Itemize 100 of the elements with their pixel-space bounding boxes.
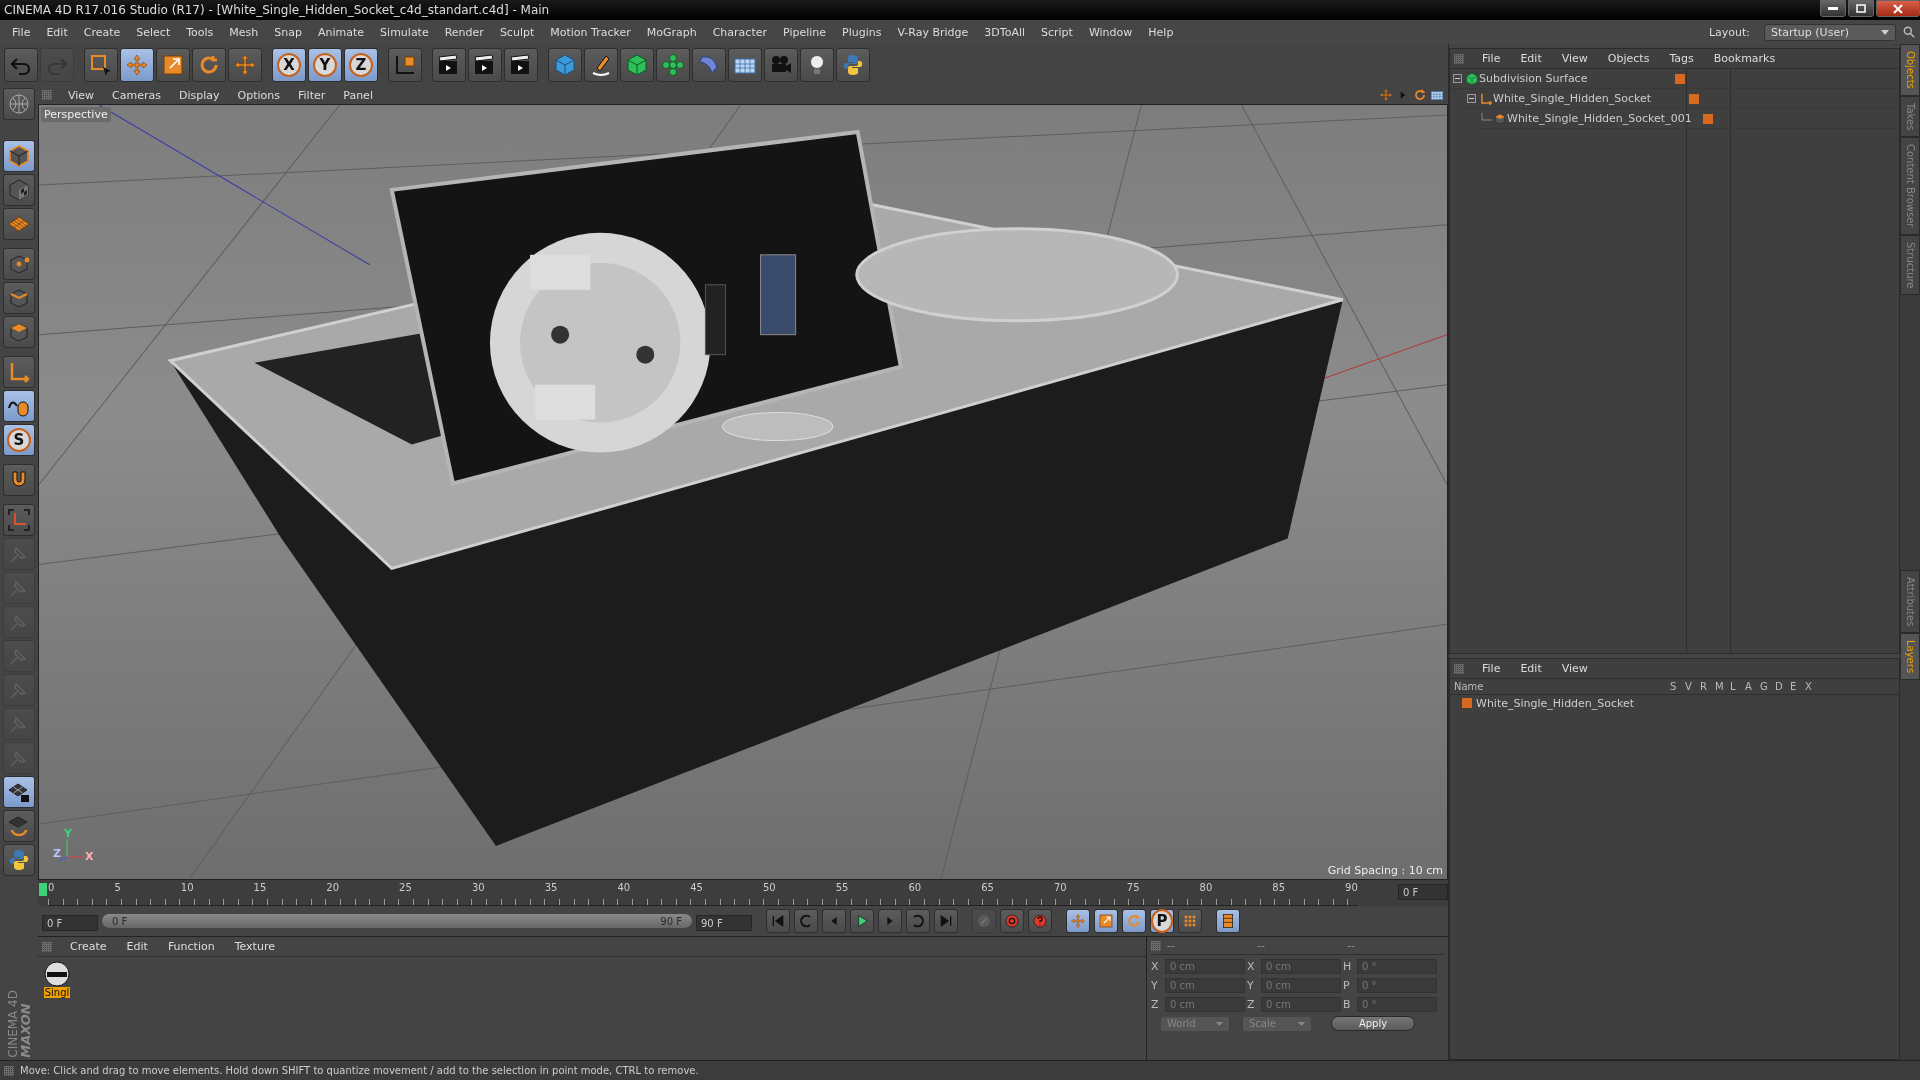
object-menu-item[interactable]: Tags xyxy=(1661,52,1702,65)
minimize-button[interactable] xyxy=(1820,0,1846,17)
axis-letter-button[interactable]: P xyxy=(1150,909,1174,933)
object-menu-item[interactable]: File xyxy=(1474,52,1509,65)
menu-item[interactable]: Snap xyxy=(266,25,310,39)
column-header[interactable]: Name xyxy=(1454,681,1670,692)
frame-range-slider[interactable]: 0 F 90 F xyxy=(102,914,692,928)
object-menu-item[interactable]: Objects xyxy=(1599,52,1658,65)
menu-item[interactable]: Create xyxy=(75,25,129,39)
bend-button[interactable] xyxy=(692,48,726,82)
layer-menu-item[interactable]: File xyxy=(1474,662,1509,675)
prev-key-button[interactable] xyxy=(794,909,818,933)
next-key-button[interactable] xyxy=(906,909,930,933)
maximize-button[interactable] xyxy=(1848,0,1874,17)
first-frame-button[interactable] xyxy=(766,909,790,933)
point-cube-button[interactable] xyxy=(3,248,35,280)
clapperboard-button[interactable] xyxy=(432,48,466,82)
viewport-menu-item[interactable]: Options xyxy=(229,88,288,102)
menu-item[interactable]: Edit xyxy=(38,25,76,39)
edge-cube-button[interactable] xyxy=(3,282,35,314)
undo-button[interactable] xyxy=(4,48,38,82)
menu-item[interactable]: File xyxy=(4,25,39,39)
menu-item[interactable]: MoGraph xyxy=(638,25,705,39)
collapse-toggle[interactable] xyxy=(1453,74,1462,83)
subdivision-cube-button[interactable] xyxy=(620,48,654,82)
cube-button[interactable] xyxy=(548,48,582,82)
viewport-menu-item[interactable]: Display xyxy=(171,88,228,102)
viewport[interactable]: Perspective Grid Spacing : 10 cm Z Y X xyxy=(38,104,1448,880)
object-menu-item[interactable]: Edit xyxy=(1512,52,1550,65)
grid-button[interactable] xyxy=(3,208,35,240)
model-cube-button[interactable] xyxy=(3,140,35,172)
axis-letter-button[interactable]: Y xyxy=(308,48,342,82)
material-menu-item[interactable]: Texture xyxy=(226,940,283,953)
column-header[interactable]: X xyxy=(1805,681,1820,692)
menu-item[interactable]: Script xyxy=(1033,25,1081,39)
column-header[interactable]: S xyxy=(1670,681,1685,692)
column-header[interactable]: G xyxy=(1760,681,1775,692)
column-header[interactable]: A xyxy=(1745,681,1760,692)
menu-item[interactable]: Motion Tracker xyxy=(542,25,639,39)
last-frame-button[interactable] xyxy=(934,909,958,933)
menu-item[interactable]: Select xyxy=(128,25,179,39)
viewport-menu-item[interactable]: Cameras xyxy=(104,88,169,102)
end-frame-field[interactable]: 90 F xyxy=(696,915,752,931)
object-name[interactable]: Subdivision Surface xyxy=(1479,72,1675,85)
object-menu-item[interactable]: Bookmarks xyxy=(1705,52,1784,65)
menu-item[interactable]: V-Ray Bridge xyxy=(889,25,977,39)
object-name[interactable]: White_Single_Hidden_Socket xyxy=(1493,92,1689,105)
layer-menu-item[interactable]: View xyxy=(1553,662,1596,675)
mouse-button[interactable] xyxy=(3,390,35,422)
clapperboard-button[interactable] xyxy=(468,48,502,82)
magnet-button[interactable] xyxy=(3,464,35,496)
rotate-button[interactable] xyxy=(192,48,226,82)
menu-item[interactable]: Sculpt xyxy=(491,25,543,39)
current-frame-field[interactable]: 0 F xyxy=(1398,884,1448,900)
side-tab[interactable]: Layers xyxy=(1900,632,1920,680)
viewport-menu-item[interactable]: View xyxy=(60,88,103,102)
material-preview-icon[interactable] xyxy=(43,961,71,987)
start-frame-field[interactable]: 0 F xyxy=(42,915,98,931)
menu-item[interactable]: Mesh xyxy=(221,25,267,39)
menu-item[interactable]: Window xyxy=(1080,25,1141,39)
menu-item[interactable]: Simulate xyxy=(372,25,437,39)
python-button[interactable] xyxy=(836,48,870,82)
cloner-button[interactable] xyxy=(656,48,690,82)
rotate-button[interactable] xyxy=(1122,909,1146,933)
close-button[interactable] xyxy=(1876,0,1920,17)
menu-item[interactable]: Pipeline xyxy=(775,25,835,39)
menu-item[interactable]: Animate xyxy=(310,25,373,39)
scale-button[interactable] xyxy=(156,48,190,82)
menu-item[interactable]: Plugins xyxy=(834,25,890,39)
viewport-menu-item[interactable]: Panel xyxy=(335,88,381,102)
column-header[interactable]: R xyxy=(1700,681,1715,692)
globe-button[interactable] xyxy=(3,88,35,120)
collapse-toggle[interactable] xyxy=(1467,94,1476,103)
menu-item[interactable]: Tools xyxy=(178,25,222,39)
python-button[interactable] xyxy=(3,844,35,876)
axis-letter-button[interactable]: X xyxy=(272,48,306,82)
tree-row[interactable]: Subdivision Surface xyxy=(1450,69,1899,89)
play-button[interactable] xyxy=(850,909,874,933)
tree-row[interactable]: White_Single_Hidden_Socket xyxy=(1464,89,1899,109)
scale-button[interactable] xyxy=(1094,909,1118,933)
column-header[interactable]: E xyxy=(1790,681,1805,692)
layout-dropdown[interactable]: Startup (User) xyxy=(1764,23,1896,41)
material-name[interactable]: Singl xyxy=(43,987,71,998)
layer-row[interactable]: White_Single_Hidden_Socket xyxy=(1450,695,1899,711)
axis-letter-button[interactable]: S xyxy=(3,424,35,456)
move-button[interactable] xyxy=(228,48,262,82)
film-strip-button[interactable] xyxy=(1216,909,1240,933)
pen-button[interactable] xyxy=(584,48,618,82)
polygon-cube-button[interactable] xyxy=(3,316,35,348)
column-header[interactable]: D xyxy=(1775,681,1790,692)
selection-button[interactable] xyxy=(84,48,118,82)
material-menu-item[interactable]: Edit xyxy=(118,940,156,953)
help-button[interactable] xyxy=(1028,909,1052,933)
tree-row[interactable]: White_Single_Hidden_Socket_001 xyxy=(1478,109,1899,129)
menu-item[interactable]: Render xyxy=(436,25,492,39)
axis-button[interactable] xyxy=(3,356,35,388)
column-header[interactable]: L xyxy=(1730,681,1745,692)
lightbulb-button[interactable] xyxy=(800,48,834,82)
corner-axis-button[interactable] xyxy=(3,504,35,536)
grid-lock-button[interactable] xyxy=(3,776,35,808)
